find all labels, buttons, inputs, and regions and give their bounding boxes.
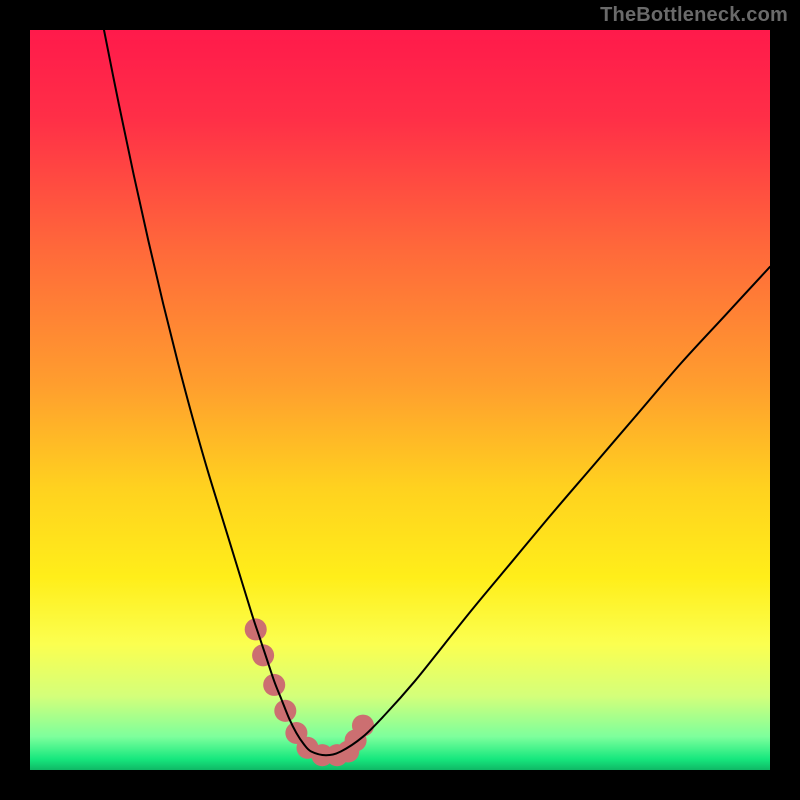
highlight-marker [245,618,267,640]
watermark-text: TheBottleneck.com [600,4,788,27]
highlight-marker [263,674,285,696]
chart-frame: TheBottleneck.com [0,0,800,800]
bottleneck-curve [104,30,770,755]
chart-svg [30,30,770,770]
plot-area [30,30,770,770]
highlight-marker [352,715,374,737]
